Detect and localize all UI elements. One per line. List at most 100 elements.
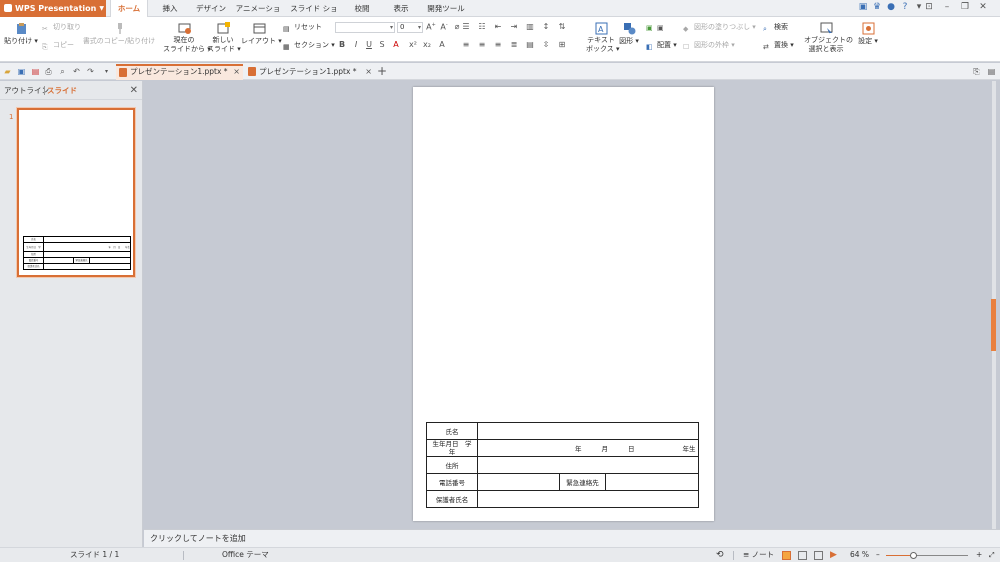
numbering-icon[interactable]: ☷ bbox=[477, 22, 487, 31]
phone-value-cell[interactable] bbox=[477, 473, 560, 491]
selection-pane-button[interactable]: オブジェクトの 選択と表示 bbox=[804, 22, 853, 54]
chevron-down-icon[interactable]: ▾ bbox=[102, 67, 111, 76]
font-name-combo[interactable]: ▾ bbox=[335, 22, 395, 33]
zoom-slider-thumb[interactable] bbox=[909, 552, 917, 559]
format-painter-button[interactable]: 書式のコピー/貼り付け bbox=[82, 22, 156, 46]
tab-insert[interactable]: 挿入 bbox=[155, 0, 185, 17]
slideshow-play-icon[interactable]: ▶ bbox=[830, 551, 839, 560]
undo-icon[interactable]: ↶ bbox=[72, 67, 81, 76]
bullets-icon[interactable]: ☰ bbox=[461, 22, 471, 31]
save-icon[interactable]: ▣ bbox=[17, 67, 26, 76]
tab-review[interactable]: 校閲 bbox=[349, 0, 375, 17]
vertical-align-icon[interactable]: ⊞ bbox=[557, 40, 567, 49]
tab-slideshow[interactable]: スライド ショー bbox=[287, 0, 341, 31]
bold-icon[interactable]: B bbox=[337, 40, 347, 49]
slide-thumbnail[interactable]: 氏名 生年月日 学年 月 日 年生 住所 電話番号 緊急連絡先 保護者氏名 bbox=[17, 108, 135, 277]
new-slide-button[interactable]: 新しい スライド ▾ bbox=[207, 22, 241, 54]
align-left-icon[interactable]: ≡ bbox=[461, 40, 471, 49]
columns-icon[interactable]: ▥ bbox=[525, 22, 535, 31]
maximize-icon[interactable]: ❐ bbox=[960, 2, 970, 12]
normal-view-icon[interactable] bbox=[782, 551, 791, 560]
reset-button[interactable]: ▤ リセット bbox=[283, 22, 322, 34]
new-tab-icon[interactable]: + bbox=[377, 64, 387, 78]
notes-toggle[interactable]: ≡ ノート bbox=[743, 548, 774, 562]
name-value-cell[interactable] bbox=[477, 422, 699, 440]
notes-pane[interactable]: クリックしてノートを追加 bbox=[144, 529, 1000, 547]
restore-icon[interactable]: ⟲ bbox=[716, 548, 724, 562]
copy-button[interactable]: ⎘ コピー bbox=[42, 40, 74, 52]
text-direction-icon[interactable]: ⇅ bbox=[557, 22, 567, 31]
tab-slides[interactable]: スライド bbox=[47, 81, 77, 100]
chevron-down-icon[interactable]: ▾ bbox=[914, 2, 924, 12]
doc-tab[interactable]: プレゼンテーション1.pptx * × bbox=[245, 64, 375, 80]
shapes-button[interactable]: 図形 ▾ bbox=[618, 22, 640, 46]
shape-fill-button[interactable]: ◆ 図形の塗りつぶし ▾ bbox=[683, 22, 756, 34]
reading-view-icon[interactable] bbox=[814, 551, 823, 560]
side-panel-toggle[interactable] bbox=[991, 299, 996, 351]
align-center-icon[interactable]: ≡ bbox=[477, 40, 487, 49]
slide-canvas[interactable]: 氏名 生年月日 学年 年 月 日 年生 住所 電話番号 緊急連絡先 保護者氏名 bbox=[413, 87, 714, 521]
close-tab-icon[interactable]: × bbox=[233, 66, 240, 78]
redo-icon[interactable]: ↷ bbox=[86, 67, 95, 76]
arrange-button[interactable]: ◧ 配置 ▾ bbox=[646, 40, 677, 52]
fit-window-icon[interactable]: ⤢ bbox=[989, 548, 995, 562]
tab-animation[interactable]: アニメーション bbox=[234, 0, 282, 31]
pin-icon[interactable]: ⎘ bbox=[972, 67, 981, 76]
app-menu-button[interactable]: WPS Presentation ▼ bbox=[0, 0, 106, 17]
minimize-icon[interactable]: – bbox=[942, 2, 952, 12]
birth-grade-value-cell[interactable]: 年 月 日 年生 bbox=[477, 439, 699, 457]
superscript-icon[interactable]: x² bbox=[408, 40, 418, 49]
tab-home[interactable]: ホーム bbox=[110, 0, 148, 18]
tab-developer[interactable]: 開発ツール bbox=[424, 0, 468, 17]
settings-button[interactable]: 設定 ▾ bbox=[856, 22, 880, 46]
tab-view[interactable]: 表示 bbox=[388, 0, 414, 17]
tab-outline[interactable]: アウトライン bbox=[4, 81, 49, 100]
replace-button[interactable]: ⇄ 置換 ▾ bbox=[763, 40, 794, 52]
layout-button[interactable]: レイアウト ▾ bbox=[241, 22, 282, 46]
distribute-icon[interactable]: ▤ bbox=[525, 40, 535, 49]
picture-button[interactable]: ▣ bbox=[646, 22, 657, 33]
picture-alt-button[interactable]: ▣ bbox=[657, 22, 668, 33]
zoom-level[interactable]: 64 % bbox=[850, 548, 869, 562]
text-effect-icon[interactable]: A bbox=[437, 40, 447, 49]
export-pdf-icon[interactable]: ▤ bbox=[31, 67, 40, 76]
print-icon[interactable]: ⎙ bbox=[44, 67, 53, 76]
section-button[interactable]: ▦ セクション ▾ bbox=[283, 40, 335, 52]
skin-icon[interactable]: ▣ bbox=[858, 2, 868, 12]
subscript-icon[interactable]: x₂ bbox=[422, 40, 432, 49]
increase-indent-icon[interactable]: ⇥ bbox=[509, 22, 519, 31]
restore-ribbon-icon[interactable]: ⊡ bbox=[924, 2, 934, 12]
user-icon[interactable]: ● bbox=[886, 2, 896, 12]
guardian-value-cell[interactable] bbox=[477, 490, 699, 508]
doc-menu-icon[interactable]: ▤ bbox=[987, 67, 996, 76]
zoom-in-icon[interactable]: + bbox=[976, 548, 982, 562]
address-value-cell[interactable] bbox=[477, 456, 699, 474]
cut-button[interactable]: ✂ 切り取り bbox=[42, 22, 81, 34]
from-current-slide-button[interactable]: 現在の スライドから ▾ bbox=[163, 22, 211, 54]
justify-icon[interactable]: ≣ bbox=[509, 40, 519, 49]
zoom-slider[interactable] bbox=[886, 552, 968, 559]
emergency-contact-value-cell[interactable] bbox=[605, 473, 699, 491]
slide-sorter-icon[interactable] bbox=[798, 551, 807, 560]
vertical-scrollbar[interactable] bbox=[991, 81, 996, 529]
close-icon[interactable]: ✕ bbox=[130, 81, 138, 100]
shadow-icon[interactable]: S bbox=[377, 40, 387, 49]
decrease-indent-icon[interactable]: ⇤ bbox=[493, 22, 503, 31]
shirt-icon[interactable]: ♛ bbox=[872, 2, 882, 12]
close-icon[interactable]: ✕ bbox=[978, 2, 988, 12]
zoom-out-icon[interactable]: – bbox=[876, 548, 880, 562]
find-button[interactable]: ⌕ 検索 bbox=[763, 22, 788, 34]
textbox-button[interactable]: A テキスト ボックス ▾ bbox=[586, 22, 620, 54]
align-right-icon[interactable]: ≡ bbox=[493, 40, 503, 49]
student-info-form[interactable]: 氏名 生年月日 学年 年 月 日 年生 住所 電話番号 緊急連絡先 保護者氏名 bbox=[426, 422, 699, 508]
italic-icon[interactable]: I bbox=[351, 40, 361, 49]
doc-tab-active[interactable]: プレゼンテーション1.pptx * × bbox=[116, 64, 243, 80]
font-shrink-icon[interactable]: A- bbox=[439, 22, 449, 32]
line-spacing-icon[interactable]: ↕ bbox=[541, 22, 551, 31]
font-color-icon[interactable]: A bbox=[391, 40, 401, 49]
open-folder-icon[interactable]: ▰ bbox=[3, 67, 12, 76]
close-tab-icon[interactable]: × bbox=[365, 64, 372, 79]
help-icon[interactable]: ? bbox=[900, 2, 910, 12]
font-size-combo[interactable]: 0 ▾ bbox=[397, 22, 423, 33]
paragraph-spacing-icon[interactable]: ⇳ bbox=[541, 40, 551, 49]
